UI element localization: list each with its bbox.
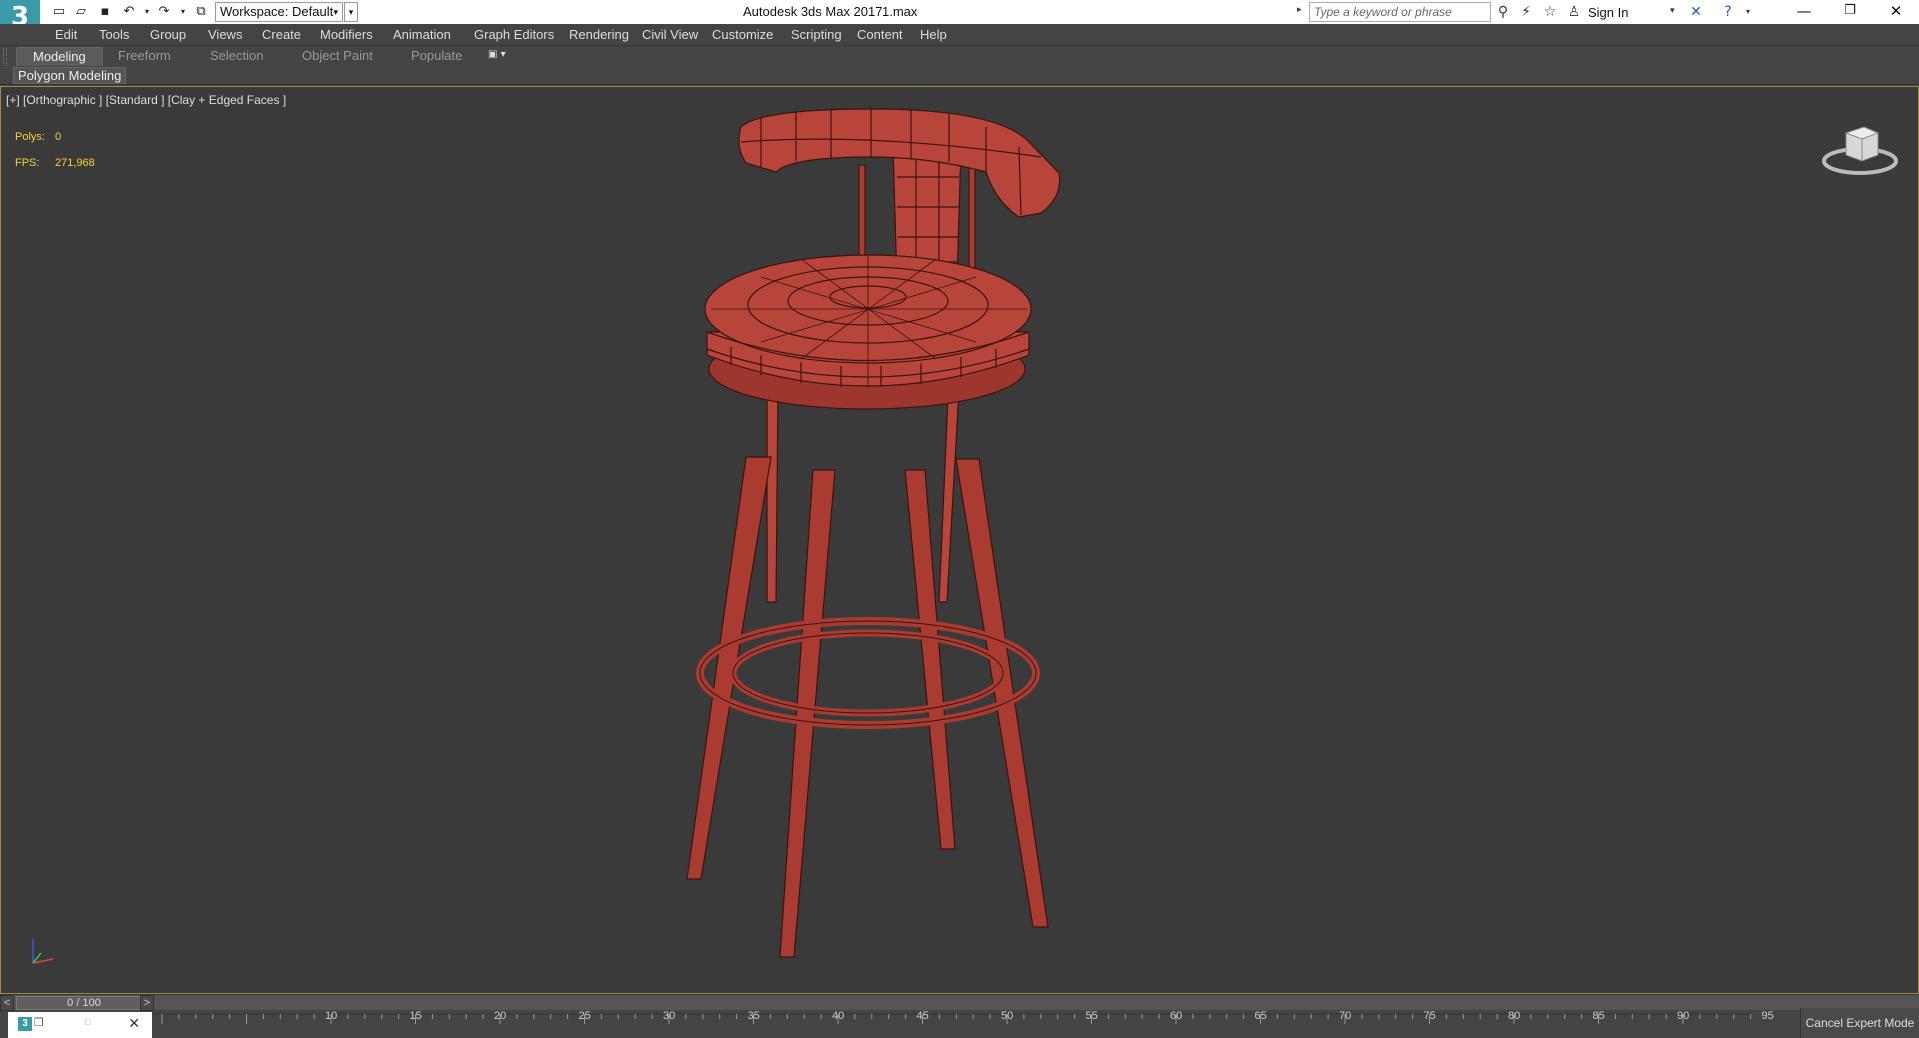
minimize-button[interactable]: —: [1781, 0, 1827, 24]
ruler-tick-label: 20: [494, 1010, 507, 1022]
menu-group[interactable]: Group: [150, 27, 186, 42]
file-name: 1.max: [882, 4, 918, 19]
menu-animation[interactable]: Animation: [393, 27, 451, 42]
ruler-tick-label: 10: [325, 1010, 338, 1022]
fps-label: FPS:: [15, 157, 40, 169]
perspective-viewport[interactable]: [+] [Orthographic ] [Standard ] [Clay + …: [0, 86, 1919, 994]
close-button[interactable]: ✕: [1873, 0, 1919, 24]
ribbon-minimize-toggle-icon[interactable]: ▣ ▾: [488, 49, 516, 63]
ruler-tick-label: 65: [1254, 1010, 1267, 1022]
binoculars-icon[interactable]: ⚲: [1493, 3, 1513, 21]
polys-label: Polys:: [15, 131, 45, 143]
favorites-star-icon[interactable]: ☆: [1540, 3, 1560, 21]
menu-graph-editors[interactable]: Graph Editors: [474, 27, 554, 42]
ruler-tick-label: 40: [832, 1010, 845, 1022]
tab-object-paint[interactable]: Object Paint: [286, 47, 389, 66]
menu-tools[interactable]: Tools: [99, 27, 129, 42]
menu-views[interactable]: Views: [208, 27, 242, 42]
restore-icon[interactable]: ❐: [34, 1016, 44, 1029]
menu-customize[interactable]: Customize: [712, 27, 773, 42]
redo-dropdown-icon[interactable]: ▾: [174, 3, 192, 21]
timeline: < 0 / 100 > 10 15 20 25 30 35 40 45 50 55 60 65 70 75…: [0, 994, 1919, 1038]
menu-civil-view[interactable]: Civil View: [642, 27, 698, 42]
chevron-down-icon: ▾: [333, 7, 338, 17]
foot-ring-outer: [696, 617, 1040, 729]
undo-icon[interactable]: ↶: [120, 3, 138, 21]
menu-scripting[interactable]: Scripting: [791, 27, 842, 42]
sign-in-button[interactable]: Sign In: [1588, 5, 1628, 20]
menu-edit[interactable]: Edit: [55, 27, 77, 42]
foot-ring-inner: [729, 629, 1007, 717]
slider-left-arrow-icon[interactable]: <: [0, 995, 14, 1011]
window-title: Autodesk 3ds Max 2017: [743, 4, 883, 19]
polys-value: 0: [55, 131, 62, 143]
ribbon-panel: Polygon Modeling: [0, 66, 1919, 85]
help-icon[interactable]: ?: [1718, 3, 1738, 21]
ruler-tick-label: 45: [916, 1010, 929, 1022]
tab-populate[interactable]: Populate: [395, 47, 478, 66]
chevron-down-icon[interactable]: ▾: [1670, 5, 1675, 16]
ruler-tick-label: 15: [409, 1010, 422, 1022]
quick-access-customize-icon[interactable]: ▾: [344, 2, 358, 22]
ruler-tick-label: 25: [578, 1010, 591, 1022]
tab-modeling[interactable]: Modeling: [16, 47, 103, 66]
time-slider[interactable]: < 0 / 100 >: [0, 994, 1919, 1011]
ruler-tick-label: 85: [1592, 1010, 1605, 1022]
menu-help[interactable]: Help: [920, 27, 947, 42]
axis-tripod-icon: [32, 939, 54, 964]
save-icon[interactable]: ▪: [96, 3, 114, 21]
redo-icon[interactable]: ↷: [155, 3, 173, 21]
user-icon[interactable]: ♙: [1564, 3, 1584, 21]
help-dropdown-icon[interactable]: ▾: [1738, 3, 1758, 21]
menu-content[interactable]: Content: [857, 27, 903, 42]
open-file-icon[interactable]: ▱: [72, 3, 90, 21]
ruler-tick-label: 35: [747, 1010, 760, 1022]
tab-freeform[interactable]: Freeform: [102, 47, 187, 66]
app-logo-small-icon: 3: [18, 1017, 32, 1031]
undo-dropdown-icon[interactable]: ▾: [138, 3, 156, 21]
workspace-label: Workspace: Default: [220, 4, 334, 19]
bar-stool-model[interactable]: [1, 87, 1919, 994]
menu-modifiers[interactable]: Modifiers: [320, 27, 373, 42]
fps-value: 271,968: [55, 157, 95, 169]
cancel-expert-mode-button[interactable]: Cancel Expert Mode: [1800, 1008, 1919, 1038]
title-bar: 3 ▭ ▱ ▪ ↶ ▾ ↷ ▾ ⧉ Workspace: Default ▾ ▾…: [0, 0, 1919, 38]
ruler-tick-label: 60: [1170, 1010, 1183, 1022]
ruler-tick-label: 95: [1761, 1010, 1774, 1022]
workspace-dropdown[interactable]: Workspace: Default ▾: [215, 2, 343, 22]
search-input[interactable]: Type a keyword or phrase: [1309, 2, 1491, 22]
ruler-tick-label: 90: [1677, 1010, 1690, 1022]
ruler-tick-label: 55: [1085, 1010, 1098, 1022]
viewcube-icon[interactable]: [1820, 119, 1900, 179]
close-icon[interactable]: ✕: [128, 1015, 140, 1032]
polygon-modeling-panel[interactable]: Polygon Modeling: [13, 67, 127, 84]
slider-right-arrow-icon[interactable]: >: [140, 995, 154, 1011]
taskbar-app-thumbnail[interactable]: 3 ❐ ▫ ✕: [8, 1012, 152, 1038]
ruler-tick-label: 80: [1508, 1010, 1521, 1022]
restore-button[interactable]: ❐: [1827, 0, 1873, 24]
ribbon-tabs: Modeling Freeform Selection Object Paint…: [0, 46, 1919, 84]
ruler-tick-label: 50: [1001, 1010, 1014, 1022]
communication-center-icon[interactable]: ⚡: [1516, 3, 1536, 21]
search-expand-icon[interactable]: ▸: [1297, 4, 1302, 15]
ruler-tick-label: 70: [1339, 1010, 1352, 1022]
project-folder-icon[interactable]: ⧉: [192, 3, 210, 21]
viewport-label[interactable]: [+] [Orthographic ] [Standard ] [Clay + …: [6, 93, 286, 107]
ruler-tick-label: 30: [663, 1010, 676, 1022]
leg-front-right: [955, 458, 1049, 928]
menu-create[interactable]: Create: [262, 27, 301, 42]
time-slider-thumb[interactable]: 0 / 100: [16, 996, 152, 1010]
tab-selection[interactable]: Selection: [194, 47, 279, 66]
minimize-icon[interactable]: ▫: [84, 1015, 91, 1028]
ruler-tick-label: 75: [1423, 1010, 1436, 1022]
autodesk-exchange-icon[interactable]: ✕: [1686, 3, 1706, 21]
menu-bar: Edit Tools Group Views Create Modifiers …: [0, 24, 1919, 46]
menu-rendering[interactable]: Rendering: [569, 27, 629, 42]
new-file-icon[interactable]: ▭: [50, 3, 68, 21]
